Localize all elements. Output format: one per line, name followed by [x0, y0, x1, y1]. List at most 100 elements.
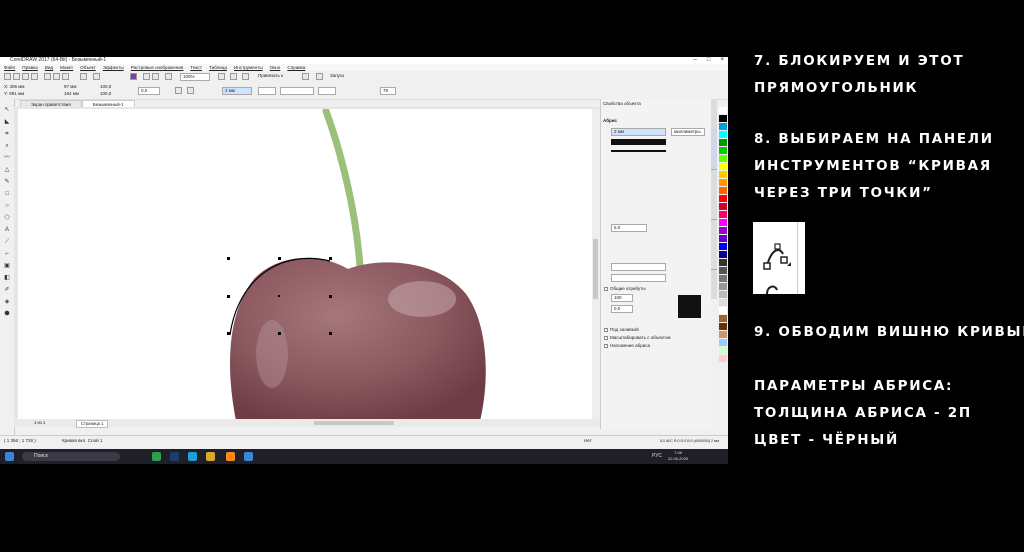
- taskbar-clock[interactable]: 7:08 22.06.2025: [668, 450, 688, 462]
- palette-swatch[interactable]: [719, 179, 727, 186]
- slant-field[interactable]: 0,0: [611, 305, 633, 313]
- undo-icon[interactable]: [80, 73, 87, 80]
- palette-swatch[interactable]: [719, 219, 727, 226]
- palette-swatch[interactable]: [719, 243, 727, 250]
- menu-bitmaps[interactable]: Растровые изображения: [131, 64, 184, 71]
- arrow-start-select[interactable]: [258, 87, 276, 95]
- coreldraw-taskbar-icon[interactable]: [244, 452, 253, 461]
- menu-layout[interactable]: Макет: [60, 64, 73, 71]
- line-style-select[interactable]: [280, 87, 314, 95]
- palette-swatch[interactable]: [719, 227, 727, 234]
- three-point-curve-tool-icon[interactable]: △: [3, 167, 11, 174]
- common-attrs-checkbox[interactable]: [604, 287, 608, 291]
- tab-untitled[interactable]: Безымянный-1: [81, 100, 135, 107]
- start-arrowhead-select[interactable]: [611, 263, 666, 271]
- palette-swatch[interactable]: [719, 195, 727, 202]
- snap-to-menu[interactable]: Привязать к: [256, 73, 296, 81]
- save-icon[interactable]: [22, 73, 29, 80]
- units-select[interactable]: миллиметры: [671, 128, 705, 136]
- palette-swatch[interactable]: [719, 171, 727, 178]
- zoom-level-select[interactable]: 100%: [180, 73, 210, 81]
- palette-swatch[interactable]: [719, 347, 727, 354]
- overprint-outline-checkbox[interactable]: [604, 344, 608, 348]
- freehand-tool-icon[interactable]: 〰: [3, 155, 11, 162]
- minimize-button[interactable]: –: [694, 57, 697, 64]
- line-style-preview[interactable]: [611, 150, 666, 152]
- redo-icon[interactable]: [93, 73, 100, 80]
- object-width[interactable]: 97 мм: [64, 84, 76, 89]
- scale-with-object-checkbox[interactable]: [604, 336, 608, 340]
- publish-pdf-icon[interactable]: [165, 73, 172, 80]
- app-icon-green[interactable]: [152, 452, 161, 461]
- menu-text[interactable]: Текст: [190, 64, 202, 71]
- polygon-tool-icon[interactable]: ⬠: [3, 215, 11, 222]
- menu-table[interactable]: Таблица: [209, 64, 227, 71]
- palette-swatch[interactable]: [719, 315, 727, 322]
- menu-effects[interactable]: Эффекты: [103, 64, 124, 71]
- cut-icon[interactable]: [44, 73, 51, 80]
- menu-help[interactable]: Справка: [287, 64, 305, 71]
- outline-color-swatch[interactable]: [611, 139, 666, 145]
- palette-swatch[interactable]: [719, 307, 727, 314]
- palette-swatch[interactable]: [719, 147, 727, 154]
- palette-swatch[interactable]: [719, 259, 727, 266]
- arrow-end-select[interactable]: [318, 87, 336, 95]
- palette-swatch[interactable]: [719, 115, 727, 122]
- vertical-scroll-thumb[interactable]: [593, 239, 598, 299]
- file-explorer-icon[interactable]: [206, 452, 215, 461]
- palette-swatch[interactable]: [719, 235, 727, 242]
- print-icon[interactable]: [31, 73, 38, 80]
- artistic-media-icon[interactable]: ✎: [3, 179, 11, 186]
- palette-swatch[interactable]: [719, 267, 727, 274]
- menu-window[interactable]: Окно: [270, 64, 281, 71]
- scale-x[interactable]: 100,0: [100, 84, 111, 89]
- outline-width-field[interactable]: 2 мм: [611, 128, 666, 136]
- mirror-vertical-icon[interactable]: [187, 87, 194, 94]
- stretch-field[interactable]: 100: [611, 294, 633, 302]
- palette-swatch[interactable]: [719, 331, 727, 338]
- paste-icon[interactable]: [62, 73, 69, 80]
- docker-tab-objects[interactable]: [711, 179, 717, 220]
- menu-tools[interactable]: Инструменты: [234, 64, 263, 71]
- palette-swatch[interactable]: [719, 155, 727, 162]
- docker-tab-properties[interactable]: [711, 129, 717, 170]
- behind-fill-checkbox[interactable]: [604, 328, 608, 332]
- horizontal-scroll-thumb[interactable]: [314, 421, 394, 425]
- position-y[interactable]: Y: 891 мм: [4, 91, 24, 96]
- ellipse-tool-icon[interactable]: ○: [3, 203, 11, 210]
- palette-swatch[interactable]: [719, 107, 727, 114]
- parallel-dimension-icon[interactable]: ⟋: [3, 239, 11, 246]
- close-button[interactable]: ×: [720, 57, 724, 64]
- new-icon[interactable]: [4, 73, 11, 80]
- yandex-browser-icon[interactable]: [226, 452, 235, 461]
- open-icon[interactable]: [13, 73, 20, 80]
- palette-swatch[interactable]: [719, 131, 727, 138]
- launch-menu[interactable]: Запуск: [328, 73, 354, 81]
- outline-width-select[interactable]: 2 мм: [222, 87, 252, 95]
- menu-edit[interactable]: Правка: [22, 64, 38, 71]
- palette-swatch[interactable]: [719, 139, 727, 146]
- grid-icon[interactable]: [242, 73, 249, 80]
- interactive-fill-icon[interactable]: ◈: [3, 299, 11, 306]
- palette-swatch[interactable]: [719, 275, 727, 282]
- vertical-scrollbar[interactable]: [592, 109, 599, 419]
- menu-view[interactable]: Вид: [45, 64, 53, 71]
- object-height[interactable]: 184 мм: [64, 91, 79, 96]
- palette-swatch[interactable]: [719, 291, 727, 298]
- docker-tab-snapshot[interactable]: [711, 229, 717, 270]
- pick-tool-icon[interactable]: ↖: [3, 107, 11, 114]
- palette-swatch[interactable]: [719, 203, 727, 210]
- rectangle-tool-icon[interactable]: □: [3, 191, 11, 198]
- palette-swatch[interactable]: [719, 187, 727, 194]
- end-arrowhead-select[interactable]: [611, 274, 666, 282]
- miter-limit-field[interactable]: 5,0: [611, 224, 647, 232]
- import-icon[interactable]: [143, 73, 150, 80]
- palette-swatch[interactable]: [719, 355, 727, 362]
- page-tab[interactable]: Страница 1: [76, 420, 109, 428]
- eyedropper-icon[interactable]: ✐: [3, 287, 11, 294]
- scale-y[interactable]: 100,0: [100, 91, 111, 96]
- palette-swatch[interactable]: [719, 323, 727, 330]
- palette-swatch[interactable]: [719, 123, 727, 130]
- curve-smoothing[interactable]: 78: [380, 87, 396, 95]
- tab-welcome[interactable]: Экран приветствия: [20, 100, 82, 107]
